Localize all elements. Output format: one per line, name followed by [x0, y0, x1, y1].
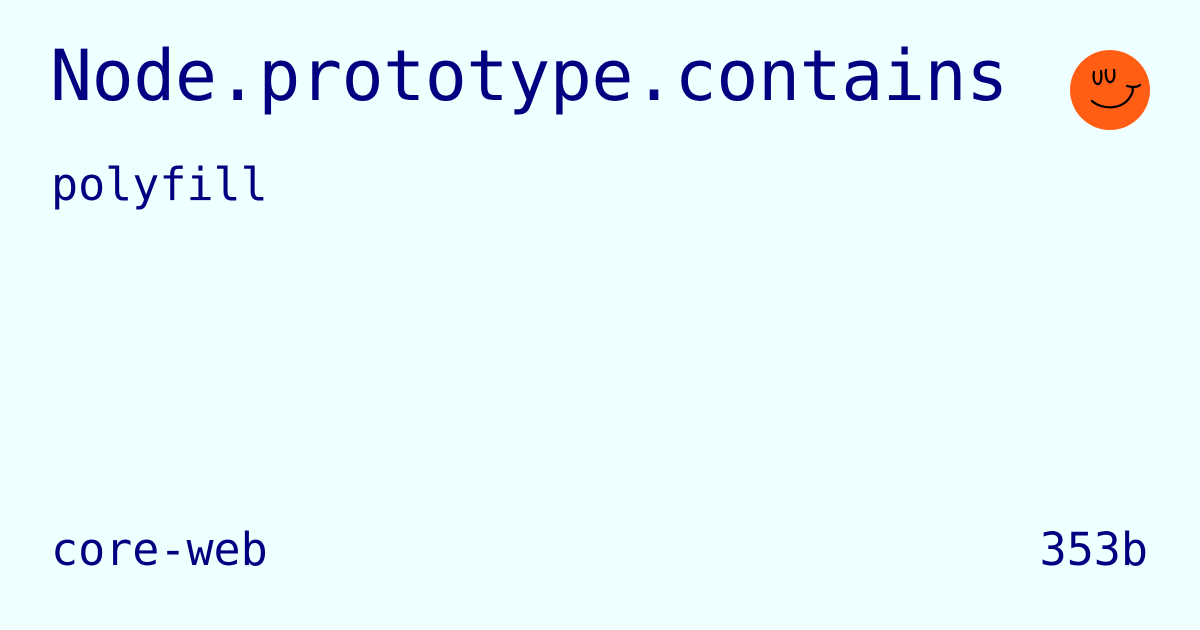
package-subtitle: polyfill [51, 158, 268, 211]
bundle-size: 353b [1039, 523, 1148, 576]
collection-label: core-web [51, 523, 268, 576]
smiley-face-icon [1070, 50, 1150, 130]
logo-circle [1070, 50, 1150, 130]
social-card: Node.prototype.contains polyfill core-we… [0, 0, 1200, 630]
package-title: Node.prototype.contains [50, 35, 1008, 117]
logo-svg [1070, 50, 1150, 130]
